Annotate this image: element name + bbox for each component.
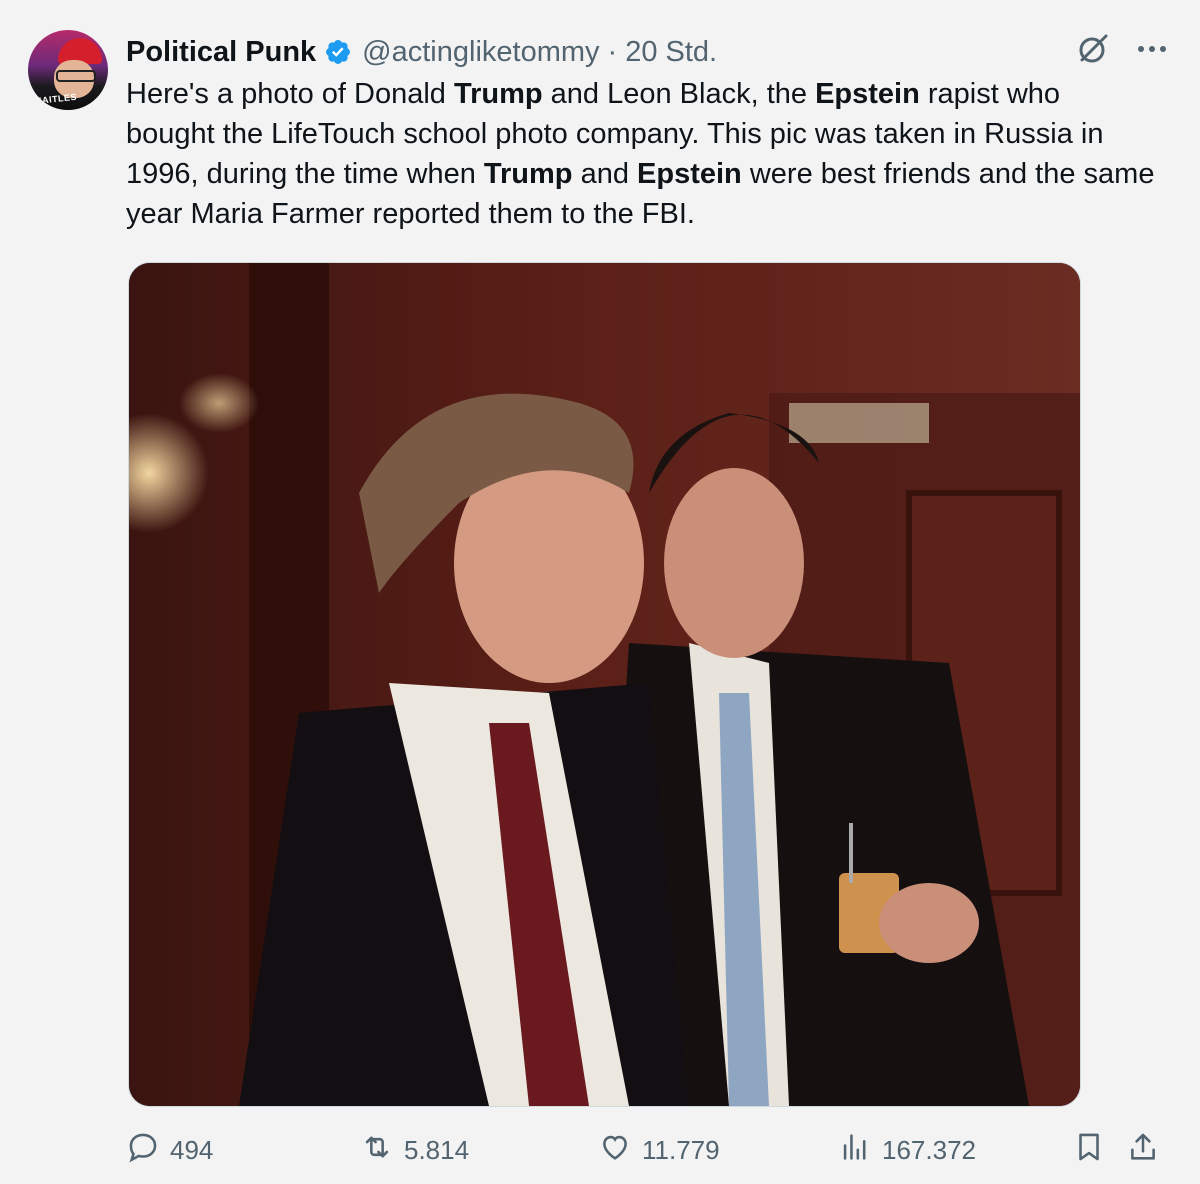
like-icon bbox=[598, 1130, 632, 1171]
text-part: and bbox=[572, 158, 638, 190]
text-bold: Trump bbox=[483, 158, 573, 190]
verified-badge-icon bbox=[324, 38, 352, 66]
tweet-card[interactable]: MAITLES Political Punk @actingliketommy … bbox=[0, 0, 1200, 1184]
header-separator: · bbox=[607, 35, 618, 68]
tweet-top-actions bbox=[1076, 32, 1168, 66]
tweet-photo[interactable] bbox=[128, 262, 1081, 1107]
repost-button[interactable]: 5.814 bbox=[360, 1130, 469, 1171]
like-button[interactable]: 11.779 bbox=[598, 1130, 720, 1171]
tweet-actions: 494 5.814 11.779 167.372 bbox=[126, 1130, 1176, 1174]
reply-icon bbox=[126, 1130, 160, 1171]
author-avatar[interactable]: MAITLES bbox=[28, 30, 108, 110]
text-bold: Trump bbox=[453, 78, 543, 110]
tweet-header: Political Punk @actingliketommy · 20 Std… bbox=[126, 32, 717, 72]
text-part: and Leon Black, the bbox=[542, 78, 816, 110]
reply-count: 494 bbox=[170, 1135, 214, 1165]
timestamp[interactable]: 20 Std. bbox=[625, 36, 717, 69]
views-icon bbox=[838, 1130, 872, 1171]
share-icon bbox=[1126, 1130, 1160, 1171]
views-button[interactable]: 167.372 bbox=[838, 1130, 976, 1171]
grok-icon[interactable] bbox=[1076, 32, 1110, 66]
reply-button[interactable]: 494 bbox=[126, 1130, 213, 1171]
avatar-glasses bbox=[56, 70, 96, 82]
tweet-text: Here's a photo of Donald Trump and Leon … bbox=[126, 74, 1156, 234]
text-bold: Epstein bbox=[815, 78, 920, 110]
bookmark-button[interactable] bbox=[1072, 1130, 1106, 1171]
share-button[interactable] bbox=[1126, 1130, 1160, 1171]
more-icon[interactable] bbox=[1136, 44, 1168, 54]
repost-count: 5.814 bbox=[404, 1135, 470, 1165]
views-count: 167.372 bbox=[882, 1135, 976, 1165]
author-name[interactable]: Political Punk bbox=[126, 36, 316, 69]
repost-icon bbox=[360, 1130, 394, 1171]
avatar-shirt-text: MAITLES bbox=[33, 91, 78, 107]
text-bold: Epstein bbox=[637, 158, 742, 190]
like-count: 11.779 bbox=[642, 1135, 720, 1165]
text-part: Here's a photo of Donald bbox=[126, 78, 454, 110]
bookmark-icon bbox=[1072, 1130, 1106, 1171]
author-handle[interactable]: @actingliketommy bbox=[362, 36, 599, 69]
